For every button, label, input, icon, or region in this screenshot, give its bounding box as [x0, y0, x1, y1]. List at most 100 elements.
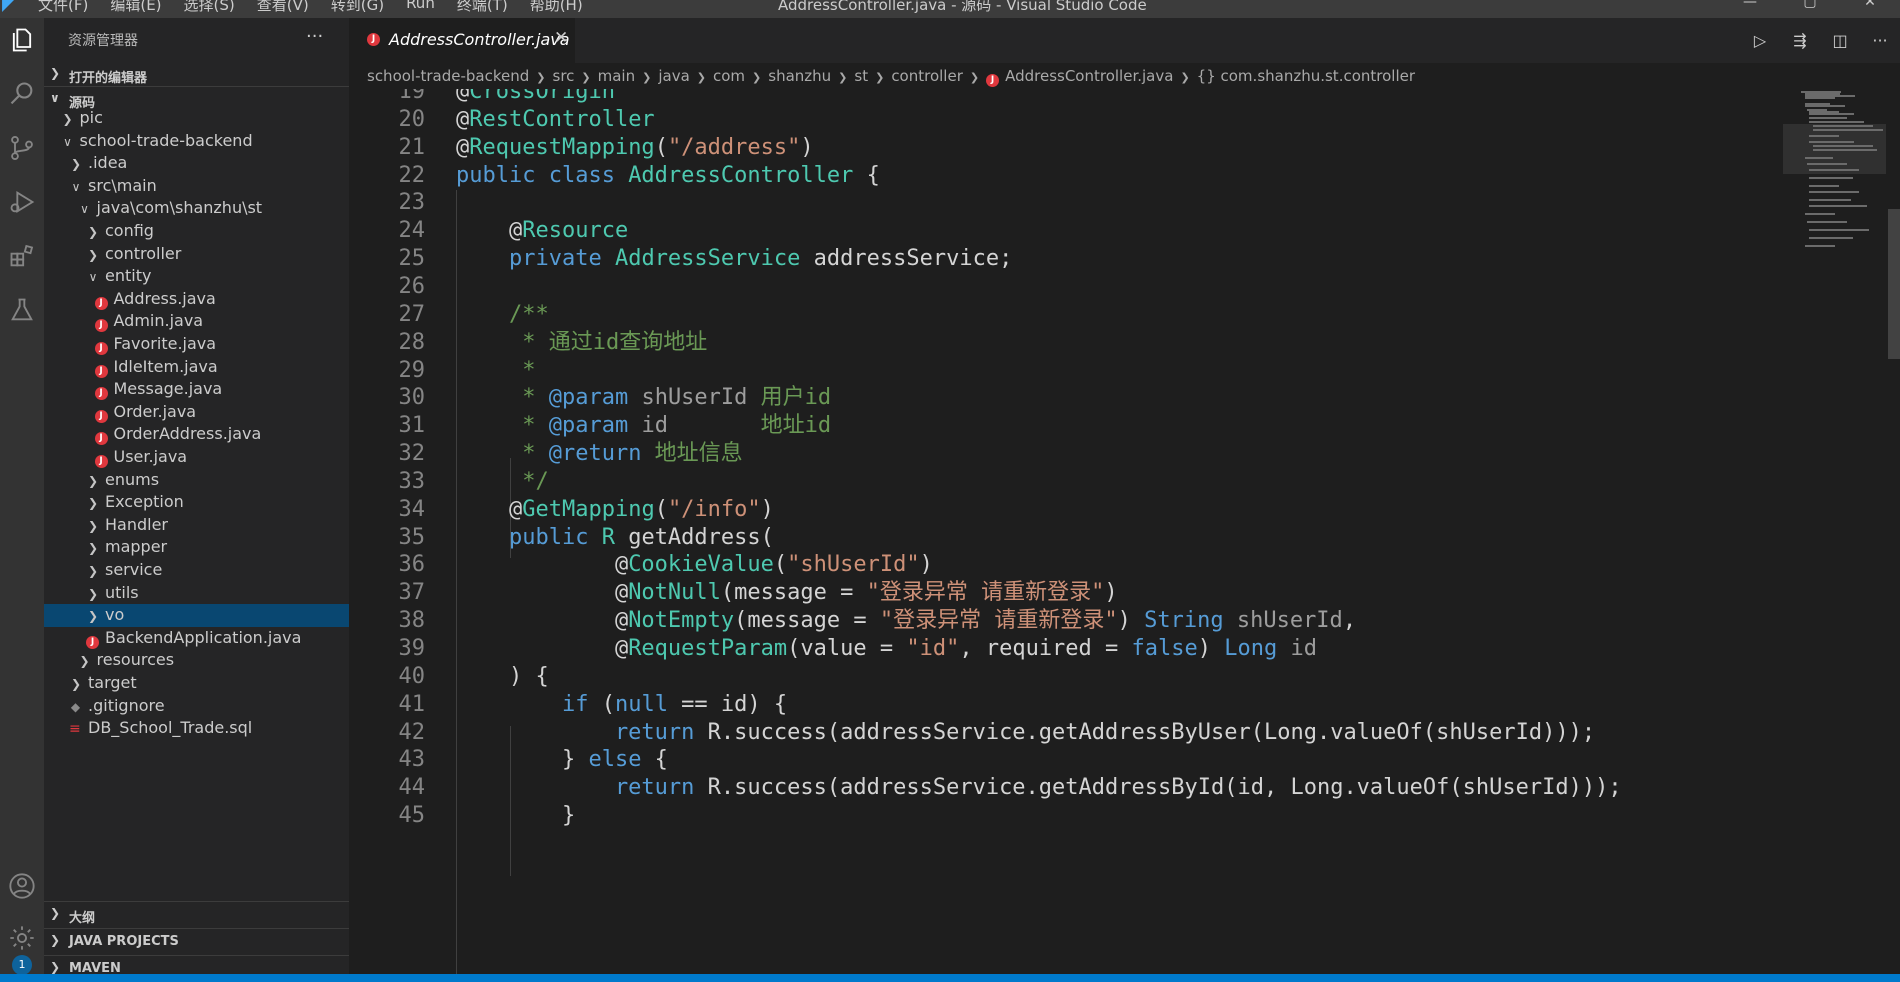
tree-folder[interactable]: ∨ school-trade-backend [44, 130, 349, 153]
tree-file[interactable]: J BackendApplication.java [44, 627, 349, 650]
breadcrumb-item[interactable]: st [854, 63, 868, 89]
menu-item[interactable]: 选择(S) [184, 0, 235, 15]
run-debug-dropdown-icon[interactable]: ⇶ [1780, 31, 1820, 50]
menu-item[interactable]: 文件(F) [38, 0, 88, 15]
java-file-icon: J [94, 455, 108, 468]
code-line: 32 * @return 地址信息 [349, 440, 1783, 468]
tree-file[interactable]: J IdleItem.java [44, 356, 349, 379]
tree-folder[interactable]: ❯ target [44, 672, 349, 695]
breadcrumb-separator-icon: ❯ [696, 71, 706, 84]
section-java-projects[interactable]: ❯ JAVA PROJECTS [44, 928, 349, 955]
tree-file[interactable]: J Address.java [44, 288, 349, 311]
tree-folder[interactable]: ❯ enums [44, 469, 349, 492]
tree-folder[interactable]: ∨ src\main [44, 175, 349, 198]
chevron-right-icon: ❯ [50, 933, 61, 947]
tree-folder[interactable]: ❯ service [44, 559, 349, 582]
line-number: 31 [398, 413, 426, 439]
close-window-icon[interactable]: ✕ [1840, 0, 1900, 10]
tab-address-controller[interactable]: J AddressController.java ✕ [349, 18, 575, 63]
code-line: 44 return R.success(addressService.getAd… [349, 774, 1783, 802]
run-icon[interactable]: ▷ [1740, 31, 1780, 50]
scrollbar-thumb[interactable] [1888, 209, 1900, 359]
tree-folder[interactable]: ❯ vo [44, 604, 349, 627]
run-debug-icon[interactable] [0, 180, 44, 224]
code-line: 23 [349, 189, 1783, 217]
breadcrumb-item[interactable]: J AddressController.java [986, 63, 1173, 89]
tree-item-label: BackendApplication.java [105, 627, 302, 647]
tree-folder[interactable]: ❯ Handler [44, 514, 349, 537]
tree-folder[interactable]: ❯ controller [44, 243, 349, 266]
tree-file[interactable]: ◆ .gitignore [44, 695, 349, 718]
window-controls: — ▢ ✕ [1720, 0, 1900, 10]
breadcrumb-item[interactable]: java [658, 63, 689, 89]
tree-folder[interactable]: ❯ .idea [44, 152, 349, 175]
breadcrumb-separator-icon: ❯ [642, 71, 652, 84]
more-actions-icon[interactable]: ··· [306, 26, 323, 47]
tree-file[interactable]: J Admin.java [44, 310, 349, 333]
tree-file[interactable]: J User.java [44, 446, 349, 469]
code-text: @CookieValue("shUserId") [456, 552, 933, 578]
minimize-icon[interactable]: — [1720, 0, 1780, 10]
breadcrumb-item[interactable]: controller [891, 63, 963, 89]
tree-folder[interactable]: ❯ mapper [44, 536, 349, 559]
minimap[interactable] [1783, 89, 1886, 974]
code-text: @CrossOrigin [456, 89, 615, 104]
close-tab-icon[interactable]: ✕ [554, 28, 568, 48]
section-maven[interactable]: ❯ MAVEN [44, 955, 349, 974]
menu-item[interactable]: 编辑(E) [110, 0, 161, 15]
menu-item[interactable]: 转到(G) [331, 0, 384, 15]
section-outline[interactable]: ❯ 大纲 [44, 901, 349, 928]
breadcrumb-item[interactable]: src [553, 63, 575, 89]
breadcrumb-item[interactable]: shanzhu [768, 63, 831, 89]
tree-file[interactable]: J Order.java [44, 401, 349, 424]
search-icon[interactable] [0, 72, 44, 116]
tree-item-label: DB_School_Trade.sql [88, 718, 253, 738]
menu-item[interactable]: 帮助(H) [530, 0, 583, 15]
menu-item[interactable]: 终端(T) [457, 0, 508, 15]
source-control-icon[interactable] [0, 126, 44, 170]
tree-folder[interactable]: ❯ config [44, 220, 349, 243]
line-number: 32 [398, 441, 426, 467]
line-number: 36 [398, 552, 426, 578]
maximize-icon[interactable]: ▢ [1780, 0, 1840, 10]
chevron-right-icon: ❯ [70, 677, 82, 691]
tree-file[interactable]: J OrderAddress.java [44, 423, 349, 446]
code-text: * @return 地址信息 [456, 441, 743, 467]
tree-file[interactable]: ≡ DB_School_Trade.sql [44, 717, 349, 740]
minimap-line [1809, 237, 1853, 239]
section-open-editors[interactable]: ❯ 打开的编辑器 [44, 62, 349, 88]
account-icon[interactable] [0, 864, 44, 908]
breadcrumb-item[interactable]: school-trade-backend [367, 63, 529, 89]
testing-icon[interactable] [0, 288, 44, 332]
extensions-icon[interactable] [0, 234, 44, 278]
line-number: 43 [398, 747, 426, 773]
explorer-title: 资源管理器 [68, 33, 138, 49]
menu-item[interactable]: 查看(V) [257, 0, 309, 15]
line-number: 41 [398, 691, 426, 717]
breadcrumb-item[interactable]: com [713, 63, 745, 89]
settings-gear-icon[interactable] [0, 916, 44, 960]
split-editor-icon[interactable]: ◫ [1820, 31, 1860, 50]
tree-folder[interactable]: ❯ utils [44, 582, 349, 605]
tree-item-label: Handler [105, 514, 168, 534]
code-line: 36 @CookieValue("shUserId") [349, 551, 1783, 579]
minimap-line [1809, 199, 1851, 201]
tree-file[interactable]: J Favorite.java [44, 333, 349, 356]
java-file-icon: J [94, 296, 108, 310]
tree-folder[interactable]: ∨ entity [44, 265, 349, 288]
tree-folder[interactable]: ❯ resources [44, 649, 349, 672]
tree-item-label: pic [79, 108, 103, 127]
vertical-scrollbar[interactable] [1886, 89, 1900, 974]
tree-folder[interactable]: ❯ pic [44, 107, 349, 130]
menu-item[interactable]: Run [406, 0, 435, 15]
breadcrumb-item[interactable]: {} com.shanzhu.st.controller [1197, 63, 1415, 89]
menu-bar: 文件(F) 编辑(E) 选择(S) 查看(V) 转到(G) Run 终端(T) 帮助(H) [38, 0, 605, 15]
code-editor[interactable]: 19 @CrossOrigin 20 @RestController 21 @Reques… [349, 89, 1783, 974]
more-actions-icon[interactable]: ··· [1860, 31, 1900, 50]
explorer-icon[interactable] [0, 18, 44, 62]
tree-folder[interactable]: ❯ Exception [44, 491, 349, 514]
breadcrumb-item[interactable]: main [598, 63, 635, 89]
tree-file[interactable]: J Message.java [44, 378, 349, 401]
tree-item-label: Favorite.java [113, 334, 217, 353]
tree-folder[interactable]: ∨ java\com\shanzhu\st [44, 197, 349, 220]
